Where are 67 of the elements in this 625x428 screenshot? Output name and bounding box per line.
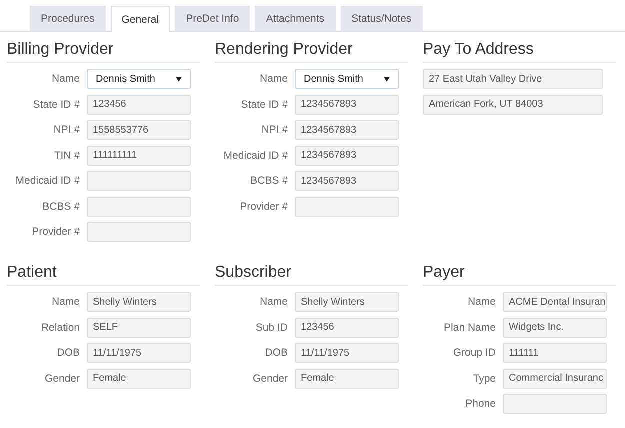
input-field[interactable]: 27 East Utah Valley Drive (423, 69, 603, 89)
field-label: State ID # (240, 98, 288, 110)
field-label: Gender (44, 372, 80, 384)
field-label: Name (50, 296, 80, 308)
field-label: BCBS # (42, 200, 80, 212)
field-label: Name (466, 296, 496, 308)
select-field[interactable]: Dennis Smith (295, 69, 399, 89)
section-title: Billing Provider (7, 41, 200, 63)
input-field[interactable] (295, 196, 399, 216)
input-field[interactable]: ACME Dental Insuran (503, 292, 607, 312)
input-field[interactable]: Shelly Winters (295, 292, 399, 312)
input-field[interactable]: American Fork, UT 84003 (423, 94, 603, 114)
tab[interactable]: General (110, 6, 170, 32)
input-field[interactable]: 111111 (503, 343, 607, 363)
section-title: Payer (423, 264, 616, 286)
input-field[interactable]: SELF (87, 318, 191, 338)
input-field[interactable] (87, 222, 191, 242)
input-field[interactable]: 123456 (87, 94, 191, 114)
input-field[interactable]: 123456 (295, 318, 399, 338)
tab[interactable]: PreDet Info (175, 6, 250, 31)
input-field[interactable]: 1558553776 (87, 120, 191, 140)
section-title: Subscriber (215, 264, 408, 286)
field-label: Name (50, 73, 80, 85)
field-label: Type (472, 372, 496, 384)
input-field[interactable]: 11/11/1975 (295, 343, 399, 363)
field-label: Sub ID (254, 322, 288, 334)
field-label: Gender (252, 372, 288, 384)
input-field[interactable]: Shelly Winters (87, 292, 191, 312)
input-field[interactable]: Widgets Inc. (503, 318, 607, 338)
field-label: Provider # (239, 200, 288, 212)
field-label: NPI # (260, 124, 288, 136)
input-field[interactable] (503, 394, 607, 414)
field-label: Medicaid ID # (222, 150, 288, 162)
field-label: Relation (40, 322, 80, 334)
field-label: DOB (56, 347, 80, 359)
input-field[interactable]: 1234567893 (295, 94, 399, 114)
field-label: Group ID (452, 347, 496, 359)
field-label: State ID # (32, 98, 80, 110)
caret-icon (384, 76, 390, 82)
tab[interactable]: Attachments (255, 6, 336, 31)
field-label: DOB (264, 347, 288, 359)
input-field[interactable]: 1234567893 (295, 171, 399, 191)
input-field[interactable]: 1234567893 (295, 120, 399, 140)
tab[interactable]: Status/Notes (340, 6, 423, 31)
section-title: Patient (7, 264, 200, 286)
caret-icon (176, 76, 182, 82)
section-title: Rendering Provider (215, 41, 408, 63)
field-label: Name (258, 296, 288, 308)
input-field[interactable]: 11/11/1975 (87, 343, 191, 363)
field-label: Provider # (31, 226, 80, 238)
input-field[interactable] (87, 171, 191, 191)
input-field[interactable]: 1234567893 (295, 146, 399, 166)
tab[interactable]: Procedures (30, 6, 106, 31)
input-field[interactable] (87, 196, 191, 216)
field-label: Name (258, 73, 288, 85)
field-label: TIN # (53, 150, 80, 162)
field-label: NPI # (52, 124, 80, 136)
input-field[interactable]: Commercial Insuranc (503, 368, 607, 388)
input-field[interactable]: Female (87, 368, 191, 388)
field-label: BCBS # (250, 175, 288, 187)
field-label: Plan Name (443, 322, 496, 334)
select-field[interactable]: Dennis Smith (87, 69, 191, 89)
section-title: Pay To Address (423, 41, 616, 63)
field-label: Medicaid ID # (14, 175, 80, 187)
input-field[interactable]: Female (295, 368, 399, 388)
field-label: Phone (464, 398, 496, 410)
input-field[interactable]: 111111111 (87, 146, 191, 166)
